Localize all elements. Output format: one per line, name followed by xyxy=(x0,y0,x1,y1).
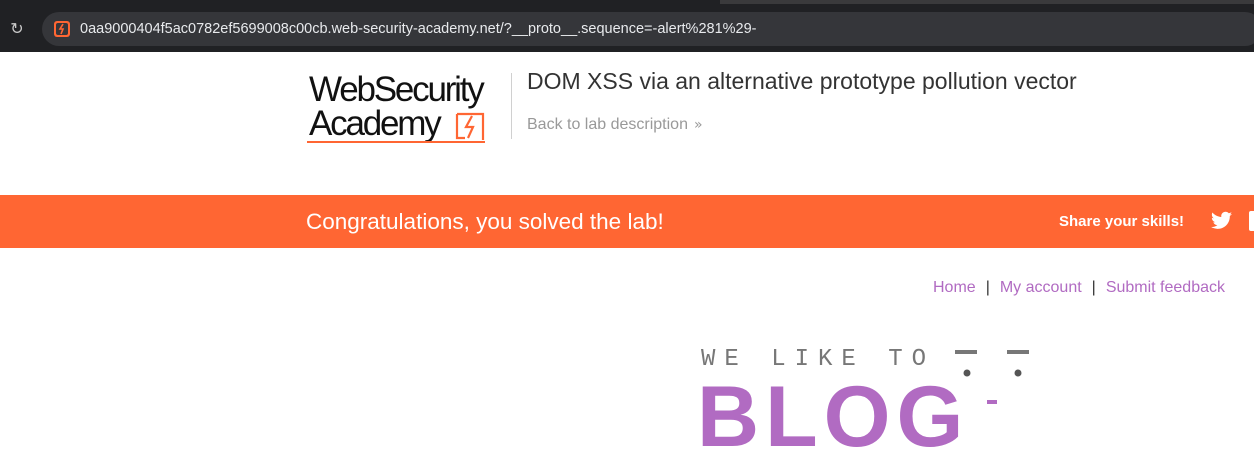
share-skills-label: Share your skills! xyxy=(1059,213,1185,230)
nav-separator: | xyxy=(985,279,990,296)
solved-banner: Congratulations, you solved the lab! Sha… xyxy=(0,195,1254,248)
header-divider xyxy=(511,73,512,139)
congratulations-message: Congratulations, you solved the lab! xyxy=(306,209,664,234)
nav-submit-feedback-link[interactable]: Submit feedback xyxy=(1106,279,1225,296)
web-security-academy-logo[interactable]: WebSecurity Academy xyxy=(307,70,512,144)
account-nav: Home | My account | Submit feedback xyxy=(933,278,1225,298)
lab-title: DOM XSS via an alternative prototype pol… xyxy=(527,68,1077,94)
double-chevron-right-icon: » xyxy=(693,117,703,133)
linkedin-icon[interactable] xyxy=(1249,211,1254,231)
blog-hero-word: BLOG xyxy=(697,369,970,465)
lightning-box-icon xyxy=(455,112,485,140)
nav-separator: | xyxy=(1091,279,1096,296)
twitter-icon[interactable] xyxy=(1211,211,1232,230)
reload-icon[interactable]: ↻ xyxy=(8,20,26,38)
url-text[interactable]: 0aa9000404f5ac0782ef5699008c00cb.web-sec… xyxy=(80,12,756,46)
nav-home-link[interactable]: Home xyxy=(933,279,976,296)
logo-text-line2: Academy xyxy=(309,104,442,143)
nav-my-account-link[interactable]: My account xyxy=(1000,279,1082,296)
back-link-label: Back to lab description xyxy=(527,116,688,133)
lab-favicon-icon xyxy=(54,21,70,37)
back-to-lab-description-link[interactable]: Back to lab description » xyxy=(527,115,703,135)
logo-underline xyxy=(307,141,485,143)
blog-hero-face-graphic xyxy=(955,350,1029,404)
address-bar[interactable]: 0aa9000404f5ac0782ef5699008c00cb.web-sec… xyxy=(42,12,1254,46)
browser-toolbar: ↻ 0aa9000404f5ac0782ef5699008c00cb.web-s… xyxy=(0,4,1254,52)
